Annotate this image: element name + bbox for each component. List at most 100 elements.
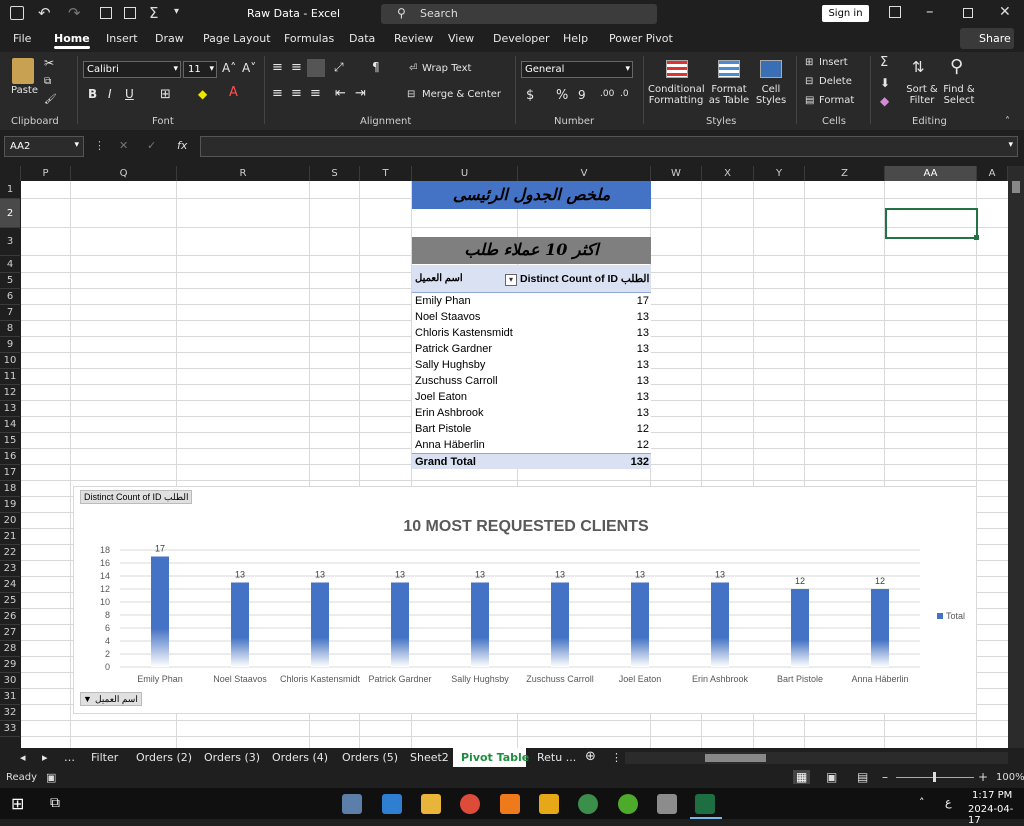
row-header[interactable]: 23 <box>0 561 20 577</box>
pivot-row[interactable]: Noel Staavos 13 <box>412 309 651 325</box>
conditional-formatting-button[interactable]: Conditional Formatting <box>648 84 705 106</box>
page-break-view-icon[interactable]: ▤ <box>857 770 868 784</box>
fill-color-icon[interactable]: ◆ <box>198 87 207 101</box>
row-header[interactable]: 25 <box>0 593 20 609</box>
pivot-row[interactable]: Bart Pistole 12 <box>412 421 651 437</box>
sheet-tab-orders-4[interactable]: Orders (4) <box>272 751 328 764</box>
row-header[interactable]: 26 <box>0 609 20 625</box>
utorrent-app-icon[interactable] <box>618 794 638 814</box>
row-header[interactable]: 12 <box>0 385 20 401</box>
pivot-row[interactable]: Sally Hughsby 13 <box>412 357 651 373</box>
row-header[interactable]: 33 <box>0 721 20 737</box>
chrome-app-icon[interactable] <box>460 794 480 814</box>
scroll-tabs-left-icon[interactable]: ◂ <box>20 751 26 764</box>
row-header[interactable]: 4 <box>0 256 20 273</box>
sign-in-button[interactable]: Sign in <box>822 5 869 22</box>
align-bottom-icon[interactable] <box>307 59 325 77</box>
row-header[interactable]: 1 <box>0 181 20 199</box>
font-color-icon[interactable]: A <box>229 85 238 100</box>
align-top-icon[interactable]: ≡ <box>272 60 283 75</box>
tab-view[interactable]: View <box>448 32 474 45</box>
pivot-row[interactable]: Anna Häberlin 12 <box>412 437 651 453</box>
file-explorer-app-icon[interactable] <box>421 794 441 814</box>
row-header[interactable]: 17 <box>0 465 20 481</box>
ribbon-display-icon[interactable] <box>889 6 901 18</box>
comma-style-icon[interactable]: 9 <box>578 88 586 102</box>
underline-icon[interactable]: U <box>125 87 134 101</box>
fill-icon[interactable]: ⬇ <box>880 76 890 90</box>
media-app-icon[interactable] <box>657 794 677 814</box>
cut-icon[interactable]: ✂ <box>44 56 54 70</box>
chart-axis-field-button[interactable]: ▼ اسم العميل <box>80 692 142 706</box>
zoom-slider-thumb[interactable] <box>933 772 936 782</box>
format-painter-icon[interactable]: 🖌 <box>44 94 57 105</box>
row-header[interactable]: 32 <box>0 705 20 721</box>
row-header[interactable]: 5 <box>0 273 20 289</box>
xbox-app-icon[interactable] <box>578 794 598 814</box>
task-view-icon[interactable]: ⧉ <box>50 795 60 811</box>
pivot-grand-total-row[interactable]: Grand Total 132 <box>412 453 651 469</box>
row-header[interactable]: 21 <box>0 529 20 545</box>
merge-center-button[interactable]: Merge & Center <box>422 89 501 100</box>
enter-icon[interactable]: ✓ <box>147 139 156 152</box>
row-header[interactable]: 8 <box>0 321 20 337</box>
row-header[interactable]: 18 <box>0 481 20 497</box>
pivot-row[interactable]: Joel Eaton 13 <box>412 389 651 405</box>
select-all-corner[interactable] <box>0 166 21 181</box>
col-header-s[interactable]: S <box>310 166 360 181</box>
orientation-icon[interactable]: ⤢ <box>334 60 344 75</box>
share-button[interactable]: Share <box>960 28 1014 49</box>
align-right-icon[interactable]: ≡ <box>310 86 321 101</box>
decrease-decimal-icon[interactable]: .0 <box>620 89 629 99</box>
tab-help[interactable]: Help <box>563 32 588 45</box>
tab-formulas[interactable]: Formulas <box>284 32 334 45</box>
vectorworks-app-icon[interactable] <box>539 794 559 814</box>
tray-expand-icon[interactable]: ˄ <box>919 796 925 809</box>
row-header[interactable]: 15 <box>0 433 20 449</box>
fill-handle[interactable] <box>974 235 979 240</box>
col-header-u[interactable]: U <box>412 166 518 181</box>
borders-icon[interactable]: ⊞ <box>160 87 171 102</box>
col-header-r[interactable]: R <box>177 166 310 181</box>
vlc-app-icon[interactable] <box>500 794 520 814</box>
col-header-t[interactable]: T <box>360 166 412 181</box>
row-header[interactable]: 19 <box>0 497 20 513</box>
row-header[interactable]: 2 <box>0 199 20 228</box>
vertical-scroll-thumb[interactable] <box>1012 181 1020 193</box>
excel-app-icon[interactable] <box>695 794 715 814</box>
windows-start-icon[interactable]: ⊞ <box>11 794 24 813</box>
tab-home[interactable]: Home <box>54 32 90 49</box>
row-header[interactable]: 6 <box>0 289 20 305</box>
decrease-indent-icon[interactable]: ⇤ <box>335 86 346 101</box>
sheet-tab-orders-2[interactable]: Orders (2) <box>136 751 192 764</box>
calculator-app-icon[interactable] <box>342 794 362 814</box>
close-icon[interactable]: ✕ <box>999 4 1011 20</box>
shrink-font-icon[interactable]: A˅ <box>242 61 256 75</box>
row-header[interactable]: 16 <box>0 449 20 465</box>
print-preview-icon[interactable] <box>124 7 136 19</box>
pivot-row[interactable]: Erin Ashbrook 13 <box>412 405 651 421</box>
sheet-tab-orders-5[interactable]: Orders (5) <box>342 751 398 764</box>
pivot-filter-dropdown-icon[interactable]: ▾ <box>505 274 517 286</box>
cancel-icon[interactable]: ✕ <box>119 139 128 152</box>
format-cells-button[interactable]: Format <box>819 95 854 106</box>
col-header-z[interactable]: Z <box>805 166 885 181</box>
save-icon[interactable] <box>10 6 24 20</box>
form-icon[interactable] <box>100 7 112 19</box>
align-middle-icon[interactable]: ≡ <box>291 60 302 75</box>
col-header-y[interactable]: Y <box>754 166 805 181</box>
undo-icon[interactable]: ↶ <box>38 4 51 22</box>
row-header[interactable]: 7 <box>0 305 20 321</box>
tab-developer[interactable]: Developer <box>493 32 550 45</box>
pivot-row[interactable]: Chloris Kastensmidt 13 <box>412 325 651 341</box>
tab-data[interactable]: Data <box>349 32 375 45</box>
restore-icon[interactable] <box>963 8 973 18</box>
insert-function-icon[interactable]: fx <box>177 139 187 152</box>
row-header[interactable]: 29 <box>0 657 20 673</box>
col-header-ab[interactable]: A <box>977 166 1008 181</box>
autosum-icon[interactable]: Σ <box>149 4 158 22</box>
bold-icon[interactable]: B <box>88 87 97 101</box>
scroll-tabs-right-icon[interactable]: ▸ <box>42 751 48 764</box>
col-header-p[interactable]: P <box>21 166 71 181</box>
row-header[interactable]: 20 <box>0 513 20 529</box>
